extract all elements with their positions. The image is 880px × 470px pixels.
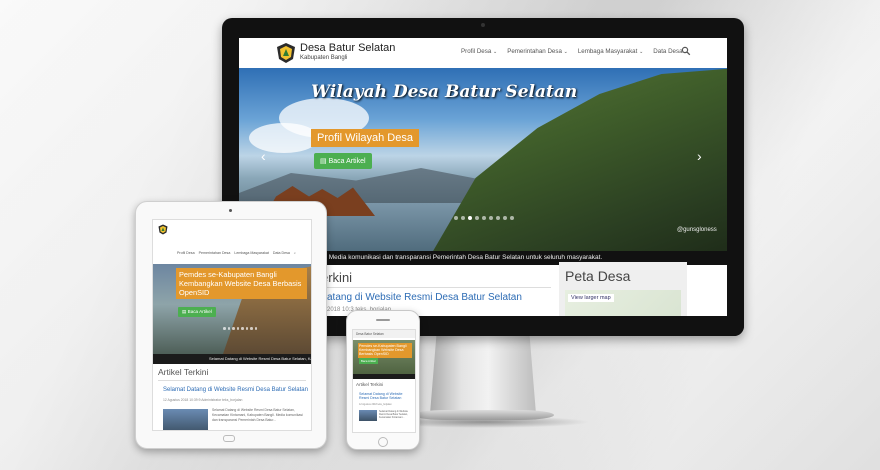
speaker-icon xyxy=(376,319,390,321)
camera-icon xyxy=(229,209,232,212)
map-widget: Peta Desa View larger map xyxy=(559,262,687,316)
next-arrow-icon[interactable]: › xyxy=(697,148,702,164)
document-icon: ▤ xyxy=(182,309,187,314)
article-excerpt: Selamat Datang di Website Resmi Desa Bat… xyxy=(212,408,303,422)
slider-dot[interactable] xyxy=(454,216,458,220)
menu-lembaga-masyarakat[interactable]: Lembaga Masyarakat xyxy=(234,251,269,255)
read-article-button[interactable]: ▤ Baca Artikel xyxy=(314,153,372,169)
imac-base xyxy=(412,410,554,420)
ticker-text: Selamat Datang di Website Resmi Desa Bat… xyxy=(209,356,311,361)
tablet-website: Profil Desa Pemerintahan Desa Lembaga Ma… xyxy=(152,219,312,431)
menu-profil-desa[interactable]: Profil Desa xyxy=(177,251,195,255)
article-thumbnail[interactable] xyxy=(163,409,208,430)
divider xyxy=(321,287,551,288)
hero-caption: Pemdes se-Kabupaten Bangli Kembangkan We… xyxy=(176,268,307,299)
article-meta: 12 Agustus 2018 teks_borjalan xyxy=(359,403,392,406)
slider-dot[interactable] xyxy=(510,216,514,220)
view-larger-map-link[interactable]: View larger map xyxy=(568,294,614,302)
menu-label: Profil Desa xyxy=(461,48,492,55)
article-title-link[interactable]: Selamat Datang di Website Resmi Desa Bat… xyxy=(359,392,411,401)
article-meta: 12 Agustus 2018 10:39:9 Administrator te… xyxy=(163,398,243,402)
article-title-link[interactable]: atang di Website Resmi Desa Batur Selata… xyxy=(327,292,522,303)
section-heading: Artikel Terkini xyxy=(158,367,209,377)
chevron-down-icon: ⌄ xyxy=(639,49,644,55)
phone-device: Desa Batur Selatan Pemdes se-Kabupaten B… xyxy=(346,310,420,450)
slider-dot[interactable] xyxy=(254,327,257,330)
cloud-image xyxy=(249,123,319,153)
hero-caption: Pemdes se-Kabupaten Bangli Kembangkan We… xyxy=(358,343,412,358)
home-button[interactable] xyxy=(378,437,388,447)
slider-dot[interactable] xyxy=(236,327,239,330)
hero-caption: Profil Wilayah Desa xyxy=(311,129,419,147)
prev-arrow-icon[interactable]: ‹ xyxy=(261,148,266,164)
menu-label: Lembaga Masyarakat xyxy=(577,48,638,55)
menu-pemerintahan-desa[interactable]: Pemerintahan Desa ⌄ xyxy=(507,48,568,55)
phone-header: Desa Batur Selatan xyxy=(353,330,415,338)
menu-profil-desa[interactable]: Profil Desa ⌄ xyxy=(461,48,497,55)
hero-slider: Pemdes se-Kabupaten Bangli Kembangkan We… xyxy=(153,264,311,354)
slider-dot[interactable] xyxy=(496,216,500,220)
button-label: Baca Artikel xyxy=(187,309,212,314)
slider-dot[interactable] xyxy=(223,327,226,330)
camera-icon xyxy=(481,23,485,27)
home-button[interactable] xyxy=(223,435,235,442)
slider-dot[interactable] xyxy=(503,216,507,220)
hero-slider: Pemdes se-Kabupaten Bangli Kembangkan We… xyxy=(353,340,415,374)
site-title[interactable]: Desa Batur Selatan xyxy=(300,42,395,54)
search-icon[interactable]: ⌕ xyxy=(294,251,296,255)
section-heading: Artikel Terkini xyxy=(356,382,384,387)
imac-stand xyxy=(430,336,536,414)
main-menu: Profil Desa Pemerintahan Desa Lembaga Ma… xyxy=(177,251,296,255)
menu-lembaga-masyarakat[interactable]: Lembaga Masyarakat ⌄ xyxy=(578,48,643,55)
site-title[interactable]: Desa Batur Selatan xyxy=(356,330,384,338)
photo-credit: @gunsgloness xyxy=(677,227,717,233)
news-ticker xyxy=(353,374,415,379)
article-title-link[interactable]: Selamat Datang di Website Resmi Desa Bat… xyxy=(163,387,308,393)
slider-dot[interactable] xyxy=(461,216,465,220)
slider-dots xyxy=(454,216,514,220)
hero-title: Wilayah Desa Batur Selatan xyxy=(311,82,578,102)
slider-dots xyxy=(223,327,257,330)
phone-website: Desa Batur Selatan Pemdes se-Kabupaten B… xyxy=(352,329,416,433)
divider xyxy=(158,380,306,381)
slider-dot[interactable] xyxy=(475,216,479,220)
document-icon: ▤ xyxy=(320,158,327,165)
map-heading: Peta Desa xyxy=(565,268,631,284)
menu-data-desa[interactable]: Data Desa xyxy=(273,251,290,255)
chevron-down-icon: ⌄ xyxy=(493,49,498,55)
site-subtitle: Kabupaten Bangli xyxy=(300,55,348,61)
embedded-map[interactable]: View larger map xyxy=(565,290,681,316)
menu-label: Data Desa xyxy=(653,48,683,55)
article-excerpt: Selamat Datang di Website Resmi Desa Bat… xyxy=(379,410,408,419)
slider-dot[interactable] xyxy=(489,216,493,220)
navbar: Desa Batur Selatan Kabupaten Bangli Prof… xyxy=(239,38,727,69)
main-menu: Profil Desa ⌄ Pemerintahan Desa ⌄ Lembag… xyxy=(461,48,688,55)
slider-dot[interactable] xyxy=(227,327,230,330)
slider-dot[interactable] xyxy=(241,327,244,330)
slider-dot-active[interactable] xyxy=(468,216,472,220)
menu-pemerintahan-desa[interactable]: Pemerintahan Desa xyxy=(199,251,231,255)
article-thumbnail[interactable] xyxy=(359,410,377,421)
menu-label: Pemerintahan Desa xyxy=(507,48,562,55)
read-article-button[interactable]: Baca Artikel xyxy=(359,358,378,364)
tablet-device: Profil Desa Pemerintahan Desa Lembaga Ma… xyxy=(135,201,327,449)
read-article-button[interactable]: ▤ Baca Artikel xyxy=(178,307,216,317)
search-icon[interactable] xyxy=(681,46,691,56)
slider-dot[interactable] xyxy=(250,327,253,330)
slider-dot[interactable] xyxy=(482,216,486,220)
slider-dot[interactable] xyxy=(245,327,248,330)
chevron-down-icon: ⌄ xyxy=(563,49,568,55)
slider-dot[interactable] xyxy=(232,327,235,330)
news-ticker: Selamat Datang di Website Resmi Desa Bat… xyxy=(153,354,311,364)
button-label: Baca Artikel xyxy=(328,158,366,165)
village-logo-icon[interactable] xyxy=(276,42,296,64)
village-logo-icon[interactable] xyxy=(158,224,168,235)
